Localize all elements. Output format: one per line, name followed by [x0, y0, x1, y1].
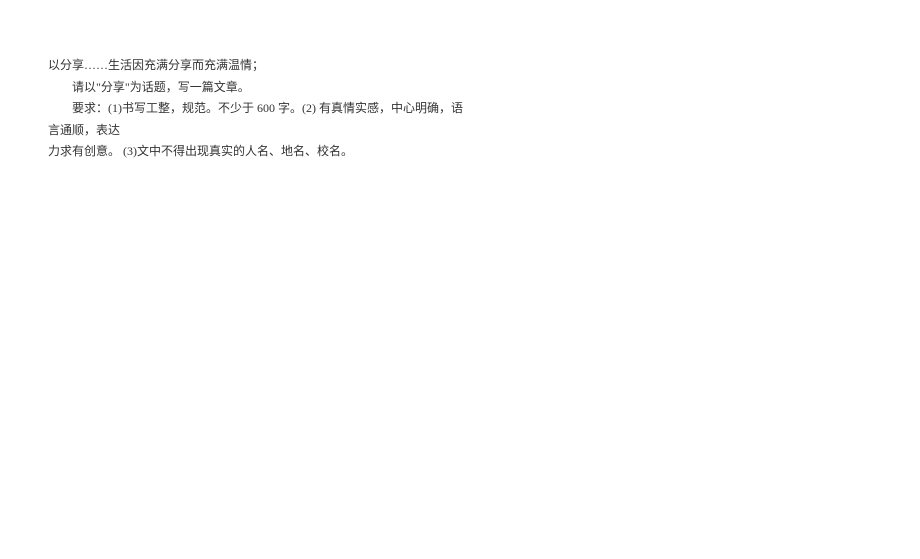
text-line-2: 请以"分享"为话题，写一篇文章。: [48, 77, 468, 99]
document-body: 以分享……生活因充满分享而充满温情； 请以"分享"为话题，写一篇文章。 要求：(…: [48, 55, 468, 163]
text-line-4: 力求有创意。 (3)文中不得出现真实的人名、地名、校名。: [48, 141, 468, 163]
text-line-1: 以分享……生活因充满分享而充满温情；: [48, 55, 468, 77]
text-line-3: 要求：(1)书写工整，规范。不少于 600 字。(2) 有真情实感，中心明确，语…: [48, 98, 468, 141]
